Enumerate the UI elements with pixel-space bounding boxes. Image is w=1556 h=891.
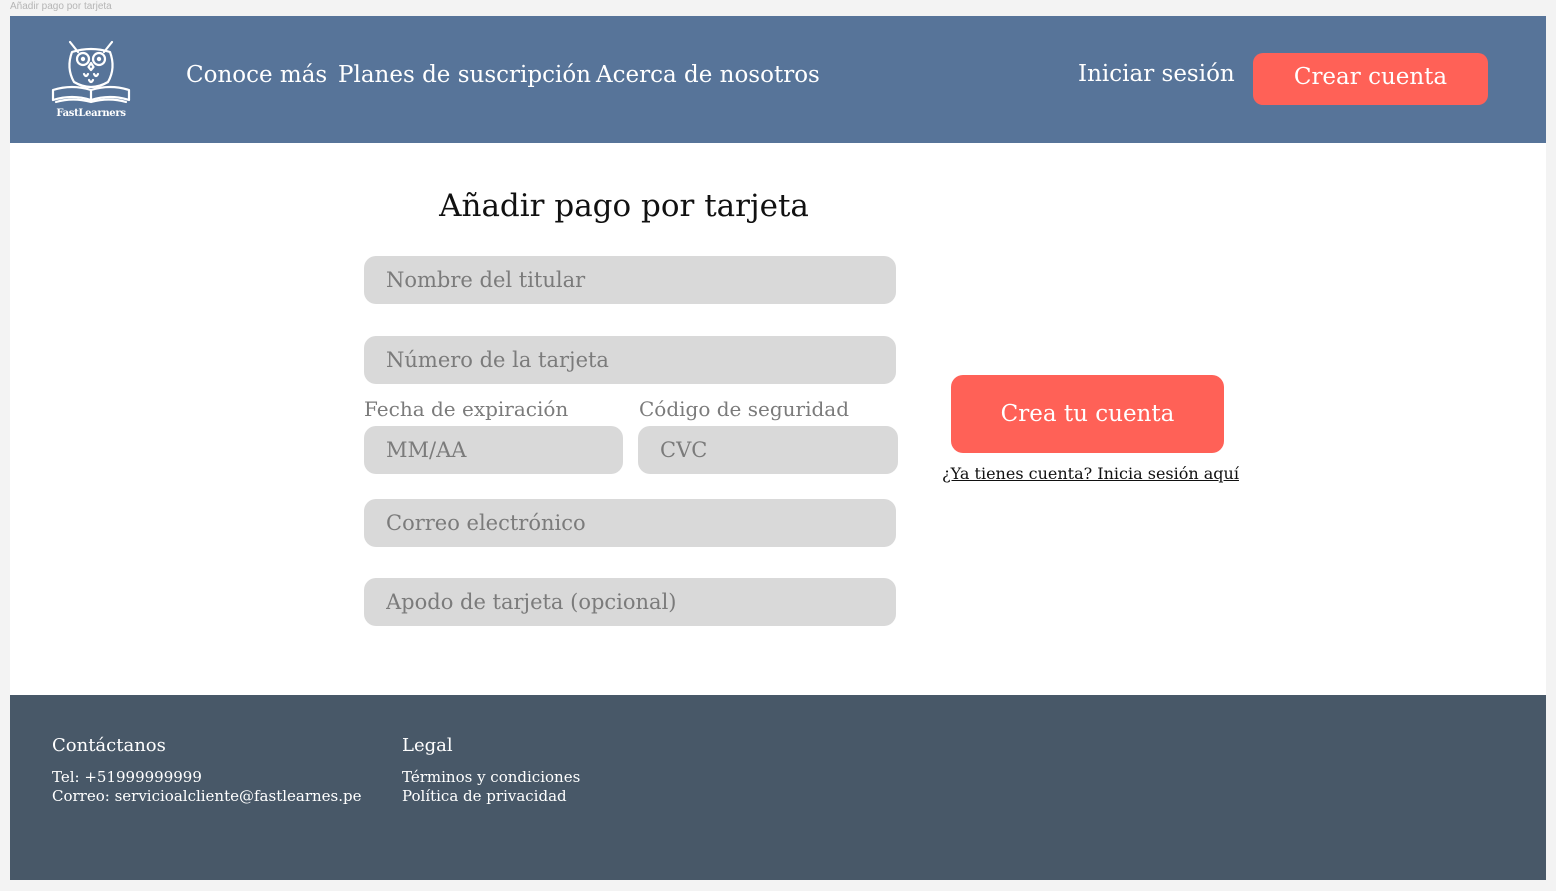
login-link[interactable]: Iniciar sesión xyxy=(1078,61,1235,87)
nav-conoce-mas[interactable]: Conoce más xyxy=(186,62,327,88)
nav-planes-suscripcion[interactable]: Planes de suscripción xyxy=(338,62,591,88)
email-input[interactable] xyxy=(364,499,896,547)
cvc-label: Código de seguridad xyxy=(639,397,850,421)
expiry-input[interactable] xyxy=(364,426,623,474)
footer-phone: Tel: +51999999999 xyxy=(52,768,202,786)
footer-contact: Contáctanos Tel: +51999999999 Correo: se… xyxy=(52,735,362,806)
footer-terms-link[interactable]: Términos y condiciones xyxy=(402,768,580,787)
site-footer: Contáctanos Tel: +51999999999 Correo: se… xyxy=(10,695,1546,880)
card-number-input[interactable] xyxy=(364,336,896,384)
owl-on-book-icon xyxy=(51,40,131,104)
footer-email: Correo: servicioalcliente@fastlearnes.pe xyxy=(52,787,362,805)
page: FastLearners Conoce más Planes de suscri… xyxy=(10,16,1546,880)
create-account-header-button[interactable]: Crear cuenta xyxy=(1253,53,1488,105)
footer-legal-heading: Legal xyxy=(402,735,453,756)
nav-acerca-de-nosotros[interactable]: Acerca de nosotros xyxy=(596,62,820,88)
signin-here-link[interactable]: ¿Ya tienes cuenta? Inicia sesión aquí xyxy=(942,464,1239,483)
brand-logo[interactable]: FastLearners xyxy=(50,38,132,123)
brand-name: FastLearners xyxy=(56,108,126,119)
cardholder-name-input[interactable] xyxy=(364,256,896,304)
footer-privacy-link[interactable]: Política de privacidad xyxy=(402,787,580,806)
create-account-submit-button[interactable]: Crea tu cuenta xyxy=(951,375,1224,453)
footer-contact-heading: Contáctanos xyxy=(52,735,166,756)
top-header: FastLearners Conoce más Planes de suscri… xyxy=(10,16,1546,143)
expiry-label: Fecha de expiración xyxy=(364,397,569,421)
frame-label: Añadir pago por tarjeta xyxy=(10,1,112,12)
footer-legal: Legal Términos y condiciones Política de… xyxy=(402,735,580,806)
cvc-input[interactable] xyxy=(638,426,898,474)
page-title: Añadir pago por tarjeta xyxy=(439,188,809,224)
card-nickname-input[interactable] xyxy=(364,578,896,626)
